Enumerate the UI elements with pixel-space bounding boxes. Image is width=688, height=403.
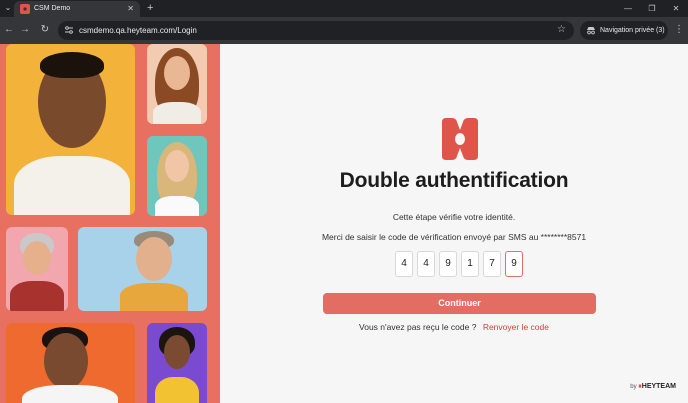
otp-digit-4[interactable]: 1: [461, 251, 479, 277]
incognito-label: Navigation privée (3): [600, 27, 665, 34]
page-title: Double authentification: [339, 169, 569, 192]
window-controls: — ❐ ✕: [616, 0, 688, 17]
otp-digit-1[interactable]: 4: [395, 251, 413, 277]
star-icon[interactable]: ☆: [557, 23, 566, 37]
otp-code-input: 4 4 9 1 7 9: [395, 251, 523, 277]
browser-tab-bar: ⌄ CSM Demo ✕ + — ❐ ✕: [0, 0, 688, 17]
arrow-left-icon[interactable]: ←: [2, 23, 16, 37]
browser-tab[interactable]: CSM Demo ✕: [14, 1, 140, 17]
photo-man-orange: [6, 323, 135, 403]
restore-icon[interactable]: ❐: [640, 0, 664, 17]
otp-digit-5[interactable]: 7: [483, 251, 501, 277]
login-main-area: Double authentification Cette étape véri…: [220, 44, 688, 403]
left-photo-panel: [0, 44, 220, 403]
heyteam-favicon-icon: [20, 4, 30, 14]
sms-instruction: Merci de saisir le code de vérification …: [321, 232, 587, 242]
otp-digit-6[interactable]: 9: [505, 251, 523, 277]
photo-man-yellow: [6, 44, 135, 215]
resend-prompt: Vous n'avez pas reçu le code ?: [359, 322, 477, 332]
photo-woman-peach: [147, 44, 207, 124]
tab-close-icon[interactable]: ✕: [127, 3, 134, 15]
new-tab-button[interactable]: +: [147, 1, 153, 15]
incognito-indicator[interactable]: Navigation privée (3): [580, 21, 668, 40]
heyteam-logo-icon: [442, 118, 478, 160]
url-text: csmdemo.qa.heyteam.com/Login: [79, 26, 197, 35]
photo-woman-teal: [147, 136, 207, 216]
arrow-right-icon[interactable]: →: [18, 23, 32, 37]
close-window-icon[interactable]: ✕: [664, 0, 688, 17]
brand-name: HEYTEAM: [641, 383, 676, 390]
otp-digit-3[interactable]: 9: [439, 251, 457, 277]
incognito-icon: [587, 27, 595, 35]
continue-button[interactable]: Continuer: [323, 293, 596, 314]
photo-woman-purple: [147, 323, 207, 403]
resend-code-link[interactable]: Renvoyer le code: [483, 322, 549, 332]
kebab-menu-icon[interactable]: ⋮: [674, 23, 684, 37]
tab-title: CSM Demo: [34, 5, 71, 12]
address-bar[interactable]: csmdemo.qa.heyteam.com/Login ☆: [58, 21, 574, 40]
photo-man-blue: [78, 227, 207, 311]
browser-toolbar: ← → ↻ csmdemo.qa.heyteam.com/Login ☆ Nav…: [0, 17, 688, 44]
minimize-icon[interactable]: —: [616, 0, 640, 17]
photo-woman-pink: [6, 227, 68, 311]
tune-icon[interactable]: [64, 25, 74, 35]
otp-digit-2[interactable]: 4: [417, 251, 435, 277]
resend-row: Vous n'avez pas reçu le code ? Renvoyer …: [220, 322, 688, 332]
brand-footer: by ⏸HEYTEAM: [630, 383, 676, 391]
brand-by: by: [630, 384, 637, 390]
tab-search-icon[interactable]: ⌄: [2, 2, 14, 14]
reload-icon[interactable]: ↻: [38, 23, 52, 37]
identity-subtext: Cette étape vérifie votre identité.: [392, 212, 516, 222]
